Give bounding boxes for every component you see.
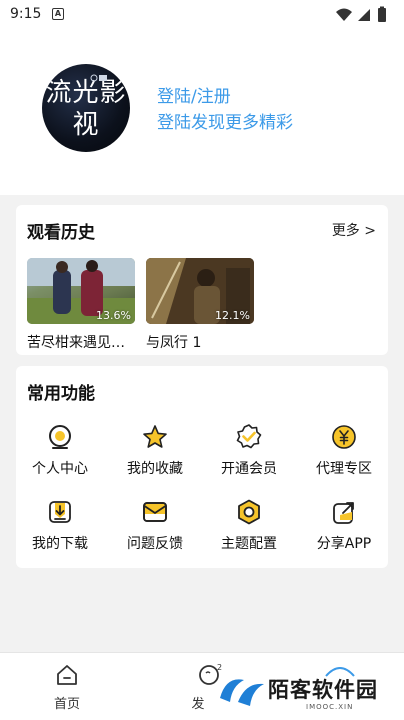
- tab-label: 首页: [53, 697, 80, 712]
- tab-home[interactable]: 首页: [17, 653, 117, 720]
- function-favorites[interactable]: 我的收藏: [115, 424, 195, 484]
- function-label: 问题反馈: [127, 536, 183, 552]
- avatar[interactable]: 流光影视: [42, 64, 130, 152]
- person-center-icon: [49, 425, 71, 449]
- history-title: 观看历史: [27, 223, 95, 243]
- function-label: 代理专区: [316, 461, 372, 477]
- history-item-title[interactable]: 苦尽柑来遇见…: [27, 332, 135, 352]
- watermark-subtext: IMOOC.XIN: [306, 703, 354, 711]
- function-feedback[interactable]: 问题反馈: [115, 499, 195, 559]
- functions-title: 常用功能: [27, 384, 95, 404]
- function-agent-zone[interactable]: 代理专区: [304, 424, 384, 484]
- function-theme[interactable]: 主题配置: [209, 499, 289, 559]
- share-icon: [333, 502, 354, 524]
- watermark-text: 陌客软件园: [268, 677, 378, 702]
- feedback-mail-icon: [143, 502, 167, 522]
- signal-icon: [358, 9, 370, 21]
- login-subtitle[interactable]: 登陆发现更多精彩: [157, 108, 293, 133]
- function-label: 我的下载: [32, 536, 88, 552]
- avatar-camera-icon: [90, 74, 107, 82]
- download-icon: [49, 501, 71, 523]
- history-thumbnail[interactable]: 13.6%: [27, 258, 135, 324]
- status-bar: 9:15 A: [0, 0, 404, 30]
- avatar-logo-text: 流光影视: [45, 78, 127, 140]
- wifi-icon: [336, 8, 352, 21]
- battery-icon: [378, 6, 386, 22]
- watch-history-card: 观看历史 更多 > 13.6% 苦尽柑来遇见… 12.1% 与凤行 1: [16, 205, 388, 355]
- watermark-logo: 陌客软件园 IMOOC.XIN: [206, 662, 404, 720]
- vip-badge-icon: [236, 424, 262, 449]
- function-personal-center[interactable]: 个人中心: [20, 424, 100, 484]
- status-icons: [336, 6, 386, 22]
- function-share-app[interactable]: 分享APP: [304, 499, 384, 559]
- theme-hexagon-icon: [238, 499, 260, 525]
- star-icon: [143, 425, 167, 448]
- history-thumbnail[interactable]: 12.1%: [146, 258, 254, 324]
- watermark-emblem-icon: [220, 679, 264, 706]
- history-item-title[interactable]: 与凤行 1: [146, 332, 254, 352]
- history-progress: 13.6%: [96, 309, 131, 322]
- login-register-link[interactable]: 登陆/注册: [157, 82, 231, 107]
- status-time: 9:15: [10, 6, 42, 22]
- function-label: 开通会员: [221, 461, 277, 477]
- function-downloads[interactable]: 我的下载: [20, 499, 100, 559]
- function-vip[interactable]: 开通会员: [209, 424, 289, 484]
- profile-header: 流光影视 登陆/注册 登陆发现更多精彩: [0, 30, 404, 195]
- common-functions-card: 常用功能 个人中心 我的收藏 开通会员 代理专区 我的下载 问题反馈 主题配置 …: [16, 366, 388, 568]
- notification-a-icon: A: [52, 8, 64, 20]
- history-more-link[interactable]: 更多 >: [332, 220, 376, 240]
- function-label: 主题配置: [221, 536, 277, 552]
- function-label: 分享APP: [316, 536, 372, 552]
- yuan-icon: [332, 425, 356, 449]
- home-icon: [57, 665, 77, 685]
- function-label: 个人中心: [32, 461, 88, 477]
- history-progress: 12.1%: [215, 309, 250, 322]
- function-label: 我的收藏: [127, 461, 183, 477]
